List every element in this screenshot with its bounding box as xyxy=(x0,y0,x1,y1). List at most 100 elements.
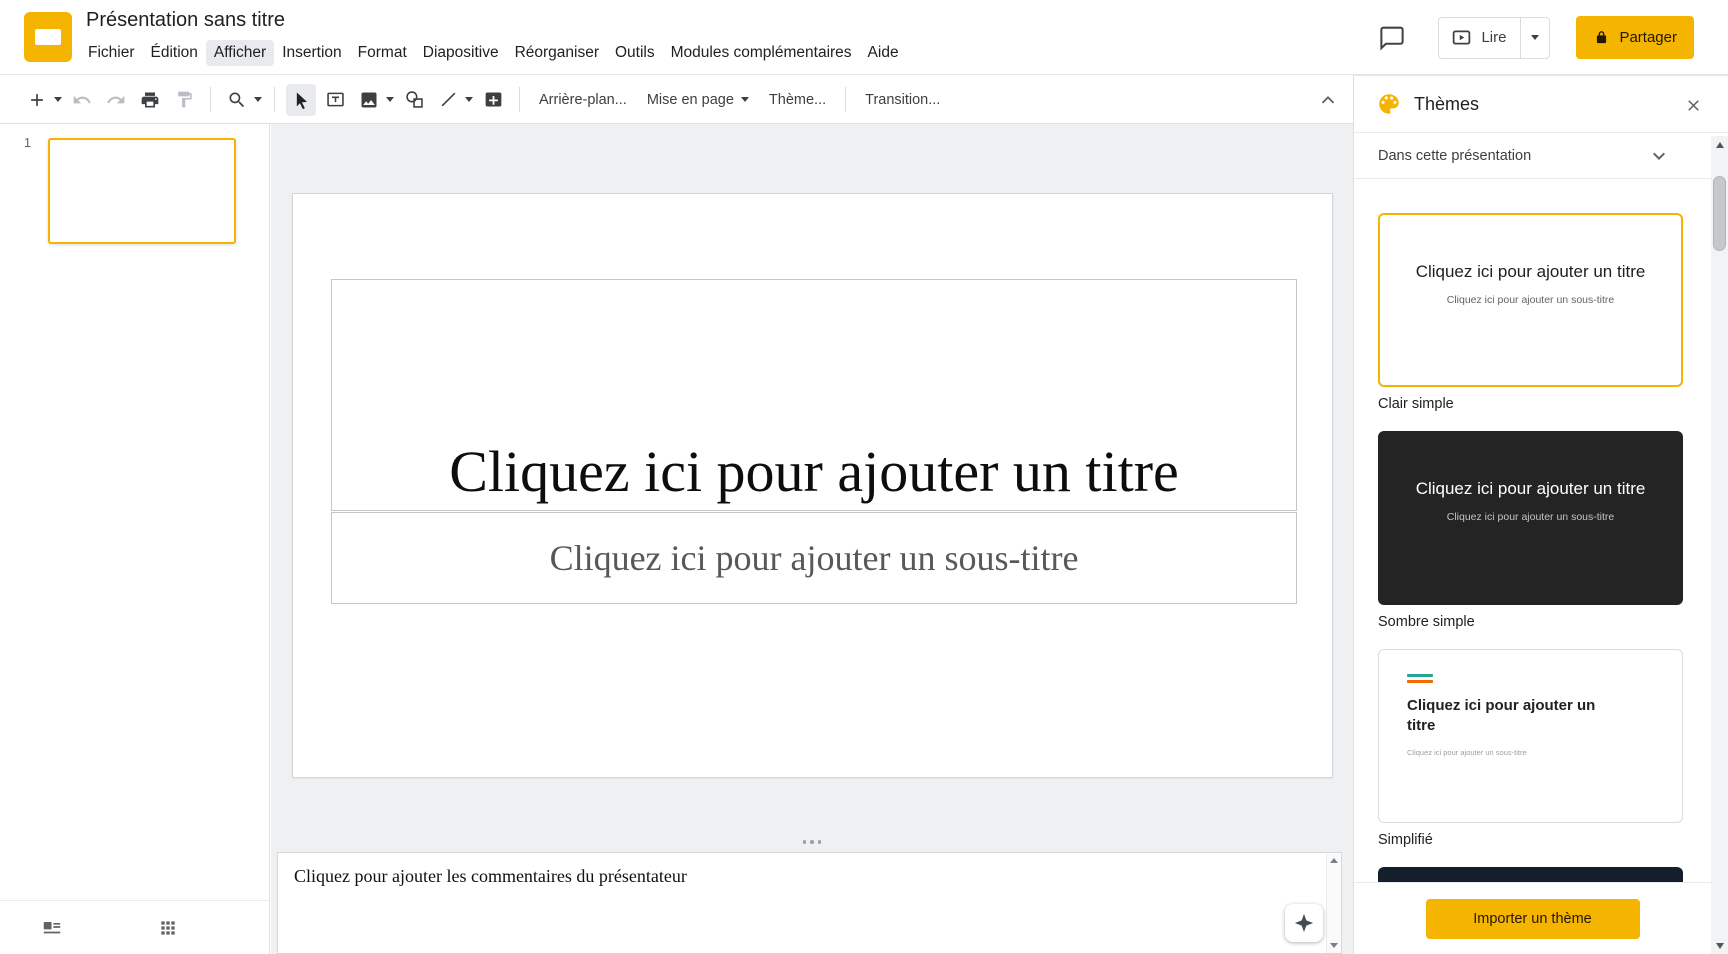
theme-name: Simplifié xyxy=(1378,832,1433,848)
app-header: Présentation sans titre Fichier Édition … xyxy=(0,0,1728,75)
expand-section-button[interactable] xyxy=(1647,144,1671,168)
theme-name: Clair simple xyxy=(1378,396,1454,412)
grid-view-icon xyxy=(161,920,175,935)
close-icon xyxy=(1687,99,1699,111)
scroll-down-button[interactable] xyxy=(1711,937,1728,954)
current-slide[interactable]: Cliquez ici pour ajouter un titre Clique… xyxy=(292,193,1333,778)
theme-label: Thème... xyxy=(768,91,827,108)
text-box-icon xyxy=(326,92,344,107)
toolbar-divider xyxy=(210,87,211,112)
paint-format-icon xyxy=(177,91,192,108)
document-title[interactable]: Présentation sans titre xyxy=(86,9,285,32)
scroll-up-button[interactable] xyxy=(1711,136,1728,153)
line-tool-options-button[interactable] xyxy=(462,84,476,116)
slides-logo-inner xyxy=(35,29,61,45)
layout-button[interactable]: Mise en page xyxy=(637,84,759,116)
scrollbar-thumb[interactable] xyxy=(1713,176,1726,251)
undo-button[interactable] xyxy=(67,84,97,116)
chevron-down-icon xyxy=(740,97,749,102)
menu-edition[interactable]: Édition xyxy=(143,40,206,66)
comments-button[interactable] xyxy=(1372,18,1412,58)
subtitle-placeholder[interactable]: Cliquez ici pour ajouter un sous-titre xyxy=(331,512,1297,604)
menu-reorganiser[interactable]: Réorganiser xyxy=(507,40,607,66)
slides-logo-icon[interactable] xyxy=(24,12,72,62)
close-panel-button[interactable] xyxy=(1680,92,1706,118)
filmstrip-view-icon xyxy=(43,921,61,933)
background-button[interactable]: Arrière-plan... xyxy=(529,84,637,116)
menu-aide[interactable]: Aide xyxy=(860,40,907,66)
play-icon xyxy=(1453,30,1471,45)
paint-format-button[interactable] xyxy=(169,84,199,116)
new-slide-layout-button[interactable] xyxy=(51,84,65,116)
explore-button[interactable] xyxy=(1285,904,1323,942)
scroll-down-icon xyxy=(1715,942,1724,949)
redo-icon xyxy=(107,95,125,103)
redo-button[interactable] xyxy=(101,84,131,116)
theme-card-sombre-simple[interactable]: Cliquez ici pour ajouter un titre Clique… xyxy=(1378,431,1683,605)
present-label: Lire xyxy=(1481,29,1507,46)
undo-icon xyxy=(73,95,91,103)
collapse-toolbar-button[interactable] xyxy=(1315,88,1341,114)
import-theme-button[interactable]: Importer un thème xyxy=(1425,898,1640,939)
toolbar: Arrière-plan... Mise en page Thème... Tr… xyxy=(0,76,1353,124)
new-slide-button[interactable] xyxy=(22,84,52,116)
grid-view-button[interactable] xyxy=(148,908,188,948)
select-tool-button[interactable] xyxy=(286,83,316,116)
import-theme-bar: Importer un thème xyxy=(1354,882,1711,954)
themes-panel: Thèmes Dans cette présentation Cliquez i… xyxy=(1353,75,1728,954)
slide-filmstrip: 1 xyxy=(0,124,270,954)
theme-button[interactable]: Thème... xyxy=(759,84,836,116)
themes-panel-header: Thèmes xyxy=(1354,76,1728,133)
scroll-up-icon xyxy=(1330,858,1338,863)
panel-scrollbar[interactable] xyxy=(1711,136,1728,954)
shape-tool-button[interactable] xyxy=(399,84,429,116)
chevron-down-icon xyxy=(1653,152,1665,160)
theme-card-partial[interactable] xyxy=(1378,867,1683,882)
menu-diapositive[interactable]: Diapositive xyxy=(415,40,507,66)
theme-name: Sombre simple xyxy=(1378,614,1475,630)
line-tool-button[interactable] xyxy=(433,84,463,116)
menu-fichier[interactable]: Fichier xyxy=(80,40,143,66)
transition-label: Transition... xyxy=(865,91,941,108)
notes-resize-handle[interactable] xyxy=(271,840,1353,844)
speaker-notes-pane[interactable]: Cliquez pour ajouter les commentaires du… xyxy=(277,852,1342,954)
menu-bar: Fichier Édition Afficher Insertion Forma… xyxy=(80,39,907,67)
theme-card-title: Cliquez ici pour ajouter un titre xyxy=(1407,697,1596,734)
insert-image-options-button[interactable] xyxy=(383,84,397,116)
theme-item-clair-simple: Cliquez ici pour ajouter un titre Clique… xyxy=(1378,213,1683,413)
present-button[interactable]: Lire xyxy=(1439,18,1520,58)
zoom-options-button[interactable] xyxy=(251,84,265,116)
speaker-notes-placeholder[interactable]: Cliquez pour ajouter les commentaires du… xyxy=(294,866,687,887)
section-label: Dans cette présentation xyxy=(1378,147,1532,164)
line-icon xyxy=(441,92,455,107)
notes-scrollbar[interactable] xyxy=(1326,853,1341,953)
present-options-button[interactable] xyxy=(1521,18,1549,58)
editing-canvas: Cliquez ici pour ajouter un titre Clique… xyxy=(271,124,1353,954)
theme-card-simplifie[interactable]: Cliquez ici pour ajouter un titre Clique… xyxy=(1378,649,1683,823)
theme-card-clair-simple[interactable]: Cliquez ici pour ajouter un titre Clique… xyxy=(1378,213,1683,387)
in-this-presentation-row[interactable]: Dans cette présentation xyxy=(1354,133,1711,179)
filmstrip-view-button[interactable] xyxy=(32,908,72,948)
present-button-group: Lire xyxy=(1438,16,1551,59)
theme-item-sombre-simple: Cliquez ici pour ajouter un titre Clique… xyxy=(1378,431,1683,631)
view-switcher xyxy=(0,900,269,954)
insert-image-button[interactable] xyxy=(354,84,384,116)
share-button[interactable]: Partager xyxy=(1576,16,1694,59)
menu-outils[interactable]: Outils xyxy=(607,40,663,66)
menu-insertion[interactable]: Insertion xyxy=(274,40,349,66)
insert-placeholder-icon xyxy=(485,92,501,107)
menu-modules[interactable]: Modules complémentaires xyxy=(663,40,860,66)
transition-button[interactable]: Transition... xyxy=(855,84,950,116)
themes-panel-title: Thèmes xyxy=(1414,93,1480,114)
slide-number: 1 xyxy=(24,136,31,150)
text-box-tool-button[interactable] xyxy=(320,84,350,116)
zoom-icon xyxy=(229,92,245,107)
slide-thumbnail-1[interactable] xyxy=(48,138,236,244)
menu-afficher[interactable]: Afficher xyxy=(205,40,275,66)
menu-format[interactable]: Format xyxy=(350,40,415,66)
title-placeholder[interactable]: Cliquez ici pour ajouter un titre xyxy=(331,279,1297,511)
insert-placeholder-button[interactable] xyxy=(478,84,508,116)
zoom-button[interactable] xyxy=(222,84,252,116)
themes-list: Cliquez ici pour ajouter un titre Clique… xyxy=(1354,179,1711,882)
print-button[interactable] xyxy=(135,84,165,116)
